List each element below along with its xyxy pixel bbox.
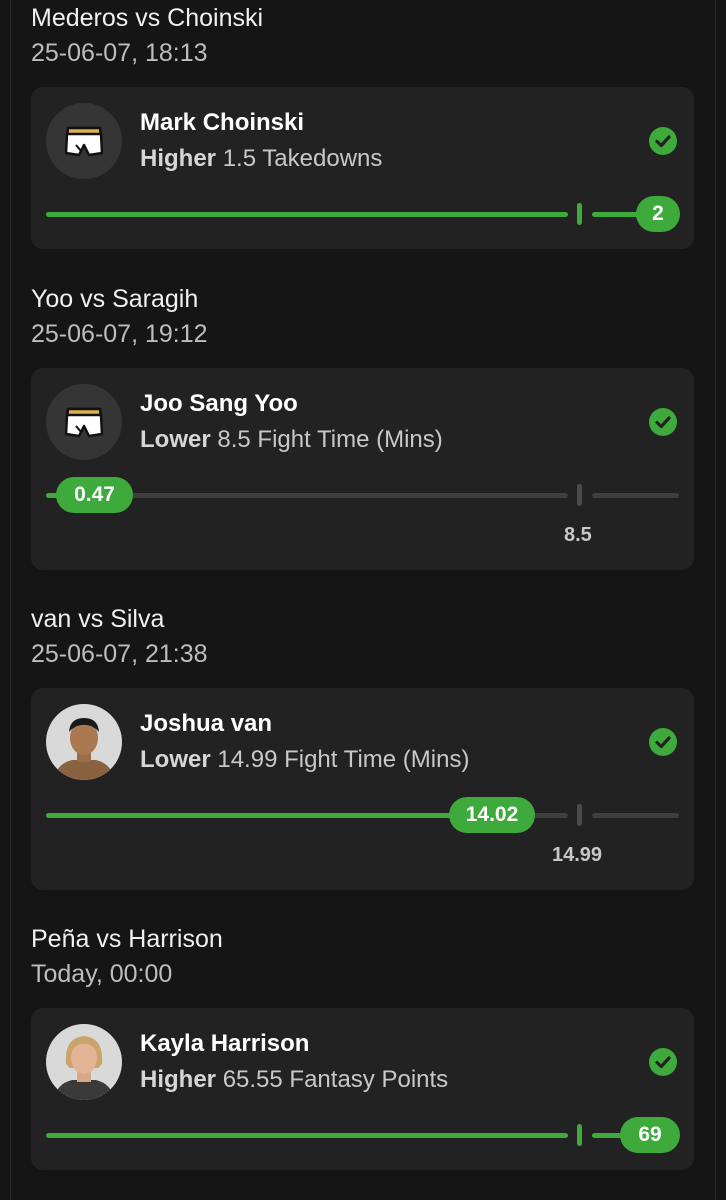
matchup-title: Peña vs Harrison (31, 925, 223, 953)
pick-entry: Peña vs Harrison Today, 00:00 Kayla Harr… (31, 924, 694, 1170)
pick-direction: Higher (140, 1066, 217, 1093)
match-datetime: Today, 00:00 (31, 960, 173, 988)
pick-description: Higher 1.5 Takedowns (140, 145, 382, 173)
pick-direction: Lower (140, 426, 211, 453)
matchup-title: Yoo vs Saragih (31, 285, 199, 313)
pick-direction: Higher (140, 145, 217, 172)
result-pill: 2 (636, 196, 680, 232)
player-name: Kayla Harrison (140, 1030, 310, 1057)
line-label: 14.99 (552, 844, 603, 866)
progress-bar-fill (46, 1133, 568, 1138)
progress-bar-fill (46, 212, 568, 217)
matchup-title: Mederos vs Choinski (31, 4, 264, 32)
player-name: Joo Sang Yoo (140, 390, 298, 417)
matchup-title: van vs Silva (31, 605, 165, 633)
result-pill: 14.02 (449, 797, 535, 833)
fighter-photo (46, 704, 122, 780)
pick-entry: Mederos vs Choinski 25-06-07, 18:13 Mark… (31, 3, 694, 249)
line-marker (577, 1124, 582, 1146)
check-icon (649, 1048, 677, 1076)
pick-card[interactable]: Joshua van Lower 14.99 Fight Time (Mins)… (31, 688, 694, 890)
pick-line-value: 8.5 (217, 426, 251, 453)
pick-line-value: 65.55 (222, 1066, 283, 1093)
shorts-icon (46, 103, 122, 179)
check-icon (649, 728, 677, 756)
progress-bar-track-extension (592, 813, 679, 818)
pick-stat: Fantasy Points (289, 1066, 449, 1093)
left-divider (10, 0, 11, 1200)
pick-card[interactable]: Kayla Harrison Higher 65.55 Fantasy Poin… (31, 1008, 694, 1170)
pick-stat: Fight Time (Mins) (284, 746, 470, 773)
pick-direction: Lower (140, 746, 211, 773)
player-name: Mark Choinski (140, 109, 305, 136)
match-datetime: 25-06-07, 19:12 (31, 320, 208, 348)
line-marker (577, 804, 582, 826)
check-icon (649, 408, 677, 436)
line-marker (577, 484, 582, 506)
progress-bar-track-extension (592, 493, 679, 498)
pick-description: Lower 8.5 Fight Time (Mins) (140, 426, 443, 454)
player-name: Joshua van (140, 710, 273, 737)
pick-description: Higher 65.55 Fantasy Points (140, 1066, 448, 1094)
pick-description: Lower 14.99 Fight Time (Mins) (140, 746, 469, 774)
right-divider (715, 0, 716, 1200)
match-datetime: 25-06-07, 21:38 (31, 640, 208, 668)
check-icon (649, 127, 677, 155)
pick-line-value: 1.5 (222, 145, 257, 172)
pick-entry: van vs Silva 25-06-07, 21:38 Joshua van … (31, 604, 694, 890)
pick-entry: Yoo vs Saragih 25-06-07, 19:12 Joo Sang … (31, 284, 694, 570)
match-datetime: 25-06-07, 18:13 (31, 39, 208, 67)
progress-bar-fill (46, 813, 486, 818)
line-label: 8.5 (564, 524, 592, 546)
line-marker (577, 203, 582, 225)
pick-line-value: 14.99 (217, 746, 278, 773)
shorts-icon (46, 384, 122, 460)
pick-card[interactable]: Joo Sang Yoo Lower 8.5 Fight Time (Mins)… (31, 368, 694, 570)
result-pill: 0.47 (56, 477, 133, 513)
fighter-photo (46, 1024, 122, 1100)
pick-card[interactable]: Mark Choinski Higher 1.5 Takedowns 2 (31, 87, 694, 249)
result-pill: 69 (620, 1117, 680, 1153)
pick-stat: Fight Time (Mins) (257, 426, 443, 453)
pick-stat: Takedowns (262, 145, 383, 172)
